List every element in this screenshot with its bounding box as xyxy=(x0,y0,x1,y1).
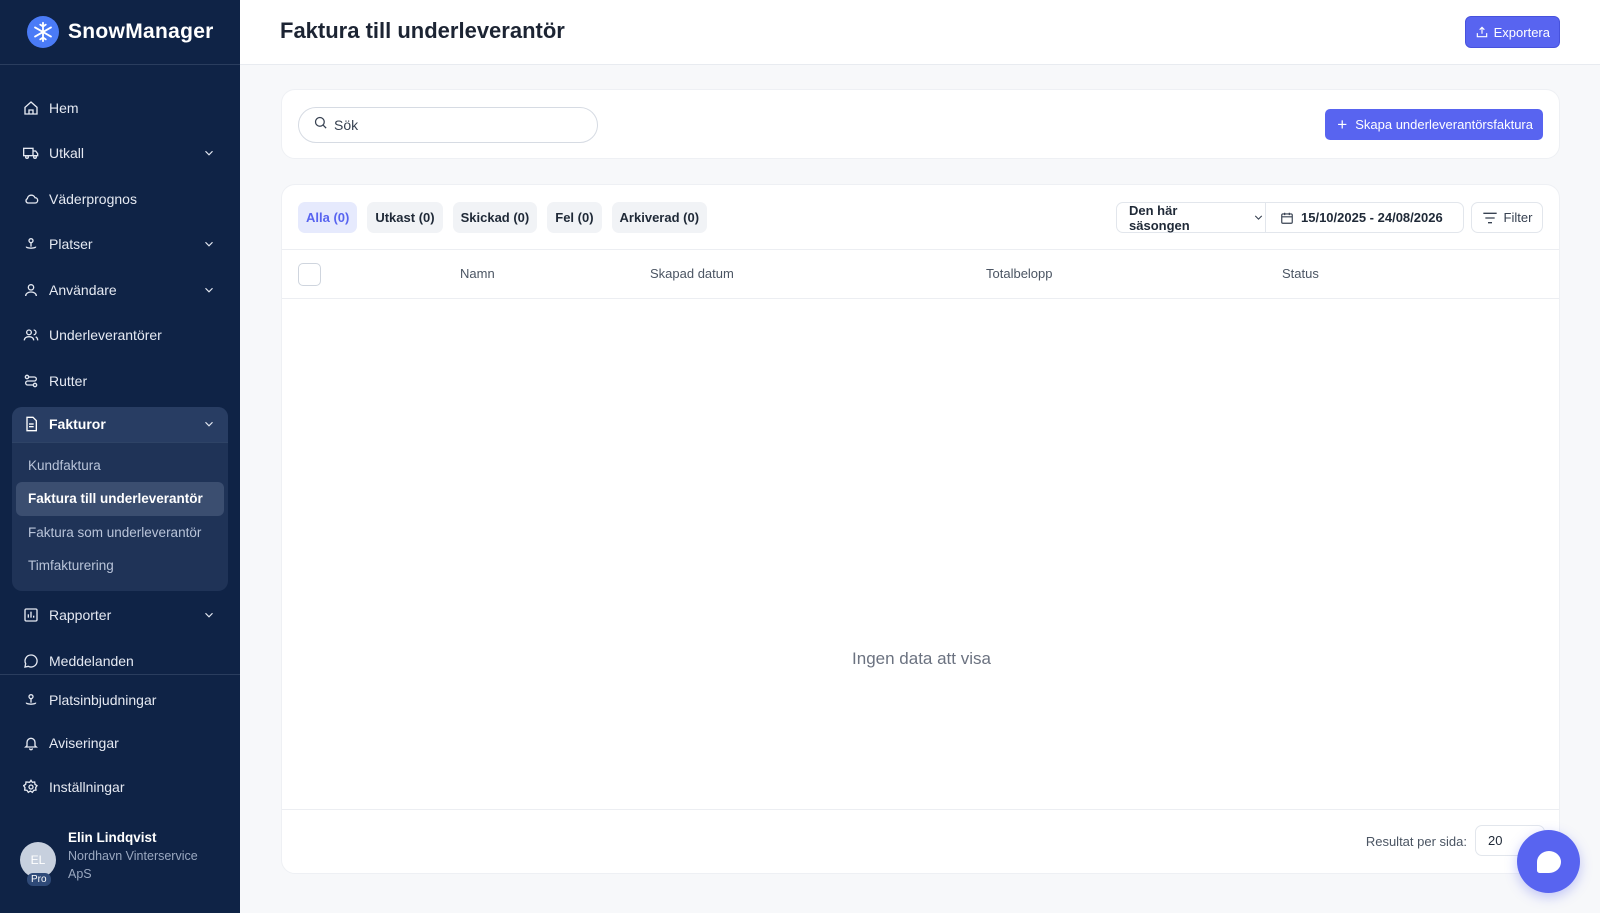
sidebar-item-aviseringar[interactable]: Aviseringar xyxy=(12,722,228,766)
bell-icon xyxy=(22,735,39,752)
search-box[interactable] xyxy=(298,107,598,143)
sidebar-subitem-timfakturering[interactable]: Timfakturering xyxy=(16,549,224,583)
user-name: Elin Lindqvist xyxy=(68,830,157,845)
brand-name: SnowManager xyxy=(68,20,214,43)
location-icon xyxy=(22,236,39,253)
sidebar-item-vaderprognos[interactable]: Väderprognos xyxy=(12,176,228,222)
filter-button[interactable]: Filter xyxy=(1471,202,1543,233)
tab-alla[interactable]: Alla (0) xyxy=(298,202,358,233)
location-invite-icon xyxy=(22,691,39,708)
search-input[interactable] xyxy=(334,117,574,133)
bottom-nav: Platsinbjudningar Aviseringar Inställnin… xyxy=(12,674,228,809)
document-icon xyxy=(22,416,39,433)
sidebar-item-underleverantorer[interactable]: Underleverantörer xyxy=(12,313,228,359)
avatar: EL Pro xyxy=(20,842,56,886)
user-icon xyxy=(22,281,39,298)
per-page-label: Resultat per sida: xyxy=(1365,834,1467,849)
tab-utkast[interactable]: Utkast (0) xyxy=(367,202,443,233)
sidebar-item-platser[interactable]: Platser xyxy=(12,222,228,268)
chevron-down-icon xyxy=(202,608,216,622)
column-header-status[interactable]: Status xyxy=(1282,266,1319,281)
plus-icon: + xyxy=(1337,115,1348,134)
tab-fel[interactable]: Fel (0) xyxy=(547,202,602,233)
route-icon xyxy=(22,372,39,389)
search-card: + Skapa underleverantörsfaktura xyxy=(281,89,1560,159)
page-title: Faktura till underleverantör xyxy=(280,18,565,43)
page-header: Faktura till underleverantör Exportera xyxy=(240,0,1600,65)
export-icon xyxy=(1475,25,1489,39)
main-nav: Hem Utkall Väderprognos Platser Användar… xyxy=(12,85,228,684)
column-header-skapad-datum[interactable]: Skapad datum xyxy=(650,266,734,281)
export-button[interactable]: Exportera xyxy=(1464,16,1560,48)
season-select[interactable]: Den här säsongen xyxy=(1116,202,1266,233)
sidebar-item-fakturor[interactable]: Fakturor xyxy=(12,406,228,443)
tab-arkiverad[interactable]: Arkiverad (0) xyxy=(611,202,708,233)
chat-icon xyxy=(1536,850,1561,873)
column-header-namn[interactable]: Namn xyxy=(460,266,495,281)
sidebar-item-anvandare[interactable]: Användare xyxy=(12,267,228,313)
message-icon xyxy=(22,652,39,669)
date-range-picker[interactable]: 15/10/2025 - 24/08/2026 xyxy=(1265,202,1464,233)
cloud-icon xyxy=(22,190,39,207)
chevron-down-icon xyxy=(202,146,216,160)
sidebar-item-rapporter[interactable]: Rapporter xyxy=(12,593,228,639)
sidebar: SnowManager Hem Utkall Väderprognos Plat… xyxy=(0,0,240,913)
chevron-down-icon xyxy=(202,417,216,431)
create-subcontractor-invoice-button[interactable]: + Skapa underleverantörsfaktura xyxy=(1325,109,1543,140)
status-tabs: Alla (0) Utkast (0) Skickad (0) Fel (0) … xyxy=(298,202,708,233)
invoice-table-card: Alla (0) Utkast (0) Skickad (0) Fel (0) … xyxy=(281,184,1560,874)
sidebar-item-utkall[interactable]: Utkall xyxy=(12,131,228,177)
chart-icon xyxy=(22,607,39,624)
table-footer: Resultat per sida: 20 xyxy=(282,809,1559,873)
select-all-checkbox[interactable] xyxy=(298,263,321,286)
sidebar-subitem-kundfaktura[interactable]: Kundfaktura xyxy=(16,449,224,483)
empty-state-message: Ingen data att visa xyxy=(852,649,991,668)
home-icon xyxy=(22,99,39,116)
sidebar-item-rutter[interactable]: Rutter xyxy=(12,358,228,404)
user-profile[interactable]: EL Pro Elin Lindqvist Nordhavn Vinterser… xyxy=(20,830,218,886)
calendar-icon xyxy=(1280,211,1294,225)
sidebar-subitem-faktura-som-underleverantor[interactable]: Faktura som underleverantör xyxy=(16,516,224,550)
chat-launcher-button[interactable] xyxy=(1517,830,1580,893)
column-header-totalbelopp[interactable]: Totalbelopp xyxy=(986,266,1053,281)
sidebar-item-hem[interactable]: Hem xyxy=(12,85,228,131)
chevron-down-icon xyxy=(1252,211,1265,224)
tab-skickad[interactable]: Skickad (0) xyxy=(452,202,538,233)
sidebar-item-installningar[interactable]: Inställningar xyxy=(12,765,228,809)
sidebar-group-fakturor: Fakturor Kundfaktura Faktura till underl… xyxy=(12,406,228,591)
users-icon xyxy=(22,327,39,344)
sidebar-subitem-faktura-till-underleverantor[interactable]: Faktura till underleverantör xyxy=(16,482,224,516)
chevron-down-icon xyxy=(202,283,216,297)
pro-badge: Pro xyxy=(27,873,51,886)
truck-icon xyxy=(22,145,39,162)
brand[interactable]: SnowManager xyxy=(0,0,240,65)
filter-icon xyxy=(1482,211,1498,225)
table-header: Namn Skapad datum Totalbelopp Status xyxy=(282,249,1559,299)
gear-icon xyxy=(22,778,39,795)
sidebar-item-platsinbjudningar[interactable]: Platsinbjudningar xyxy=(12,678,228,722)
chevron-down-icon xyxy=(202,237,216,251)
snowflake-icon xyxy=(27,16,59,48)
search-icon xyxy=(313,115,328,135)
user-company: Nordhavn Vinterservice ApS xyxy=(68,849,198,881)
